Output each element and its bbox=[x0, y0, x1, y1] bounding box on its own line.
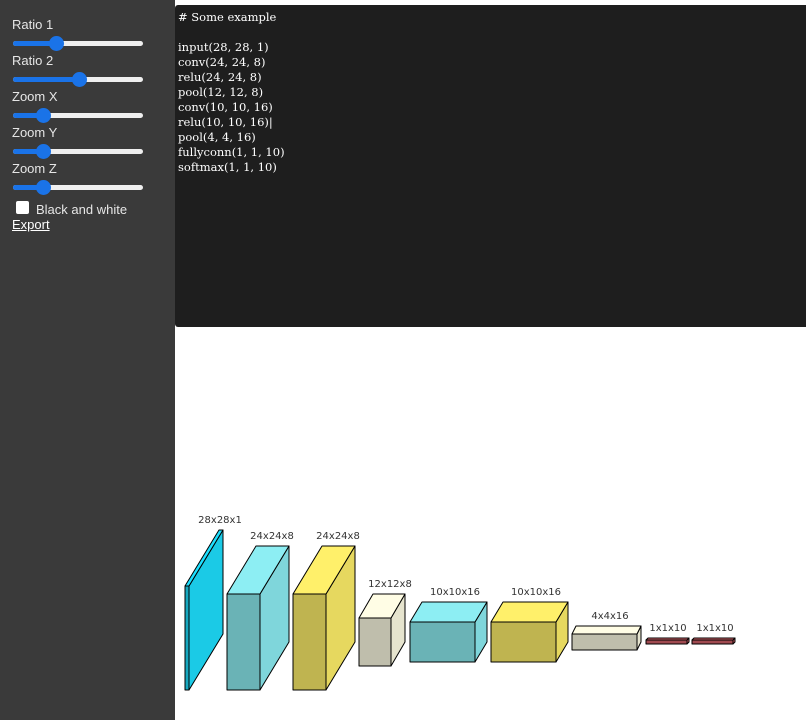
layer-dimension-label: 10x10x16 bbox=[430, 587, 480, 598]
layer-front-face bbox=[409, 621, 476, 663]
layer-dimension-label: 24x24x8 bbox=[250, 531, 294, 542]
layer-dimension-label: 1x1x10 bbox=[649, 623, 686, 634]
layer-front-face bbox=[226, 593, 261, 691]
slider-track bbox=[13, 149, 143, 154]
layer-conv-block: 24x24x8 bbox=[226, 531, 294, 691]
layer-front-face bbox=[490, 621, 557, 663]
zoom-y-slider[interactable] bbox=[13, 143, 143, 159]
layer-dimension-label: 10x10x16 bbox=[511, 587, 561, 598]
layer-top-face bbox=[571, 625, 642, 635]
slider-fill bbox=[13, 77, 80, 82]
zoom-z-label: Zoom Z bbox=[12, 161, 57, 176]
slider-thumb[interactable] bbox=[35, 108, 51, 123]
layer-dimension-label: 28x28x1 bbox=[198, 515, 242, 526]
layer-top-face bbox=[409, 601, 488, 623]
ratio-1-slider[interactable] bbox=[13, 35, 143, 51]
ratio-2-label: Ratio 2 bbox=[12, 53, 54, 68]
layer-front-face bbox=[571, 633, 638, 651]
controls-sidebar: Ratio 1 Ratio 2 Zoom X Zoom Y Zoom Z Bla… bbox=[0, 0, 175, 720]
layer-dimension-label: 24x24x8 bbox=[316, 531, 360, 542]
slider-track bbox=[13, 41, 143, 46]
layer-pool-block: 4x4x16 bbox=[571, 611, 642, 651]
layer-front-face bbox=[645, 639, 688, 645]
zoom-z-slider[interactable] bbox=[13, 179, 143, 195]
layer-fullyconn-block: 1x1x10 bbox=[645, 623, 690, 645]
layer-conv-block: 10x10x16 bbox=[409, 587, 488, 663]
layer-front-face bbox=[184, 585, 190, 691]
code-text[interactable]: # Some example input(28, 28, 1) conv(24,… bbox=[178, 10, 806, 175]
export-link[interactable]: Export bbox=[12, 217, 50, 232]
zoom-x-slider[interactable] bbox=[13, 107, 143, 123]
layer-softmax-block: 1x1x10 bbox=[691, 623, 736, 645]
layer-top-face bbox=[490, 601, 569, 623]
layer-front-face bbox=[691, 639, 734, 645]
slider-thumb[interactable] bbox=[35, 144, 51, 159]
code-editor[interactable]: # Some example input(28, 28, 1) conv(24,… bbox=[175, 5, 806, 327]
slider-thumb[interactable] bbox=[35, 180, 51, 195]
network-diagram: 28x28x1 24x24x8 24x24x8 12x12x8 10x10x16 10x1… bbox=[184, 515, 736, 691]
layer-relu-block: 24x24x8 bbox=[292, 531, 360, 691]
zoom-y-label: Zoom Y bbox=[12, 125, 58, 140]
black-and-white-label: Black and white bbox=[36, 202, 128, 217]
layer-dimension-label: 4x4x16 bbox=[591, 611, 628, 622]
slider-track bbox=[13, 113, 143, 118]
ratio-1-label: Ratio 1 bbox=[12, 17, 54, 32]
slider-track bbox=[13, 185, 143, 190]
slider-thumb[interactable] bbox=[48, 36, 64, 51]
layer-front-face bbox=[358, 617, 392, 667]
layer-relu-block: 10x10x16 bbox=[490, 587, 569, 663]
layer-pool-block: 12x12x8 bbox=[358, 579, 412, 667]
zoom-x-label: Zoom X bbox=[12, 89, 58, 104]
slider-thumb[interactable] bbox=[72, 72, 88, 87]
black-and-white-checkbox[interactable] bbox=[16, 201, 29, 214]
layer-dimension-label: 1x1x10 bbox=[696, 623, 733, 634]
layer-dimension-label: 12x12x8 bbox=[368, 579, 412, 590]
ratio-2-slider[interactable] bbox=[13, 71, 143, 87]
layer-front-face bbox=[292, 593, 327, 691]
